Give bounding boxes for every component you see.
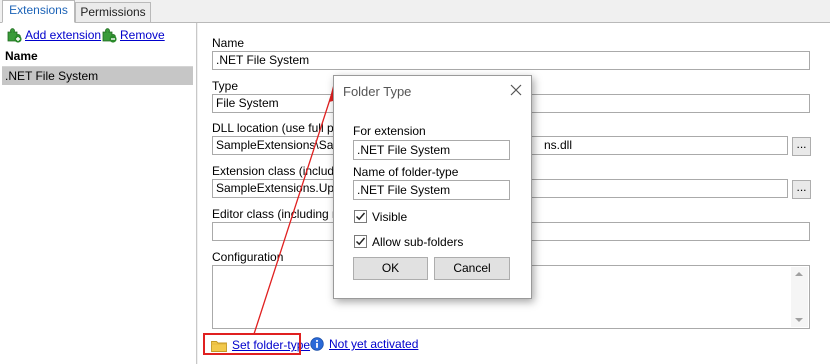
extension-list-panel: Add extension Remove Name .NET File Syst…: [0, 23, 197, 364]
puzzle-remove-icon: [102, 28, 117, 43]
info-icon: [310, 337, 324, 351]
scroll-down-icon[interactable]: [795, 318, 803, 322]
activation-status-link[interactable]: Not yet activated: [310, 337, 418, 351]
scroll-up-icon[interactable]: [795, 272, 803, 276]
dll-location-label: DLL location (use full path: [212, 121, 351, 135]
add-extension-button[interactable]: Add extension: [6, 27, 101, 43]
type-label: Type: [212, 79, 239, 93]
configuration-label: Configuration: [212, 250, 284, 264]
folder-type-name-field[interactable]: .NET File System: [353, 180, 510, 200]
tab-strip: Extensions Permissions: [0, 0, 830, 23]
remove-extension-label: Remove: [120, 28, 165, 42]
extension-class-browse-button[interactable]: ...: [792, 180, 811, 199]
allow-sub-folders-label: Allow sub-folders: [372, 235, 464, 249]
close-icon[interactable]: [508, 82, 524, 98]
annotation-highlight-box: [203, 333, 301, 355]
remove-extension-button[interactable]: Remove: [101, 27, 165, 43]
dll-location-value-end: ns.dll: [544, 138, 573, 152]
checkmark-icon: [355, 212, 366, 221]
activation-status-label: Not yet activated: [329, 337, 419, 351]
tab-extensions[interactable]: Extensions: [2, 0, 75, 23]
list-column-header-name[interactable]: Name: [2, 47, 193, 67]
name-field[interactable]: .NET File System: [212, 51, 810, 70]
puzzle-add-icon: [7, 28, 22, 43]
visible-label: Visible: [372, 210, 408, 224]
for-extension-field[interactable]: .NET File System: [353, 140, 510, 160]
checkmark-icon: [355, 237, 366, 246]
dll-browse-button[interactable]: ...: [792, 137, 811, 156]
visible-checkbox[interactable]: [354, 210, 367, 223]
list-item[interactable]: .NET File System: [2, 67, 193, 85]
configuration-scrollbar[interactable]: [791, 267, 808, 327]
extension-class-label: Extension class (including: [212, 164, 351, 178]
name-label: Name: [212, 36, 245, 50]
dialog-title: Folder Type: [343, 84, 412, 99]
allow-sub-folders-checkbox[interactable]: [354, 235, 367, 248]
tab-permissions[interactable]: Permissions: [75, 2, 151, 22]
add-extension-label: Add extension: [25, 28, 102, 42]
folder-type-name-label: Name of folder-type: [353, 165, 459, 179]
folder-type-dialog: Folder Type For extension .NET File Syst…: [333, 75, 532, 299]
for-extension-label: For extension: [353, 124, 426, 138]
ok-button[interactable]: OK: [353, 257, 428, 280]
cancel-button[interactable]: Cancel: [434, 257, 510, 280]
